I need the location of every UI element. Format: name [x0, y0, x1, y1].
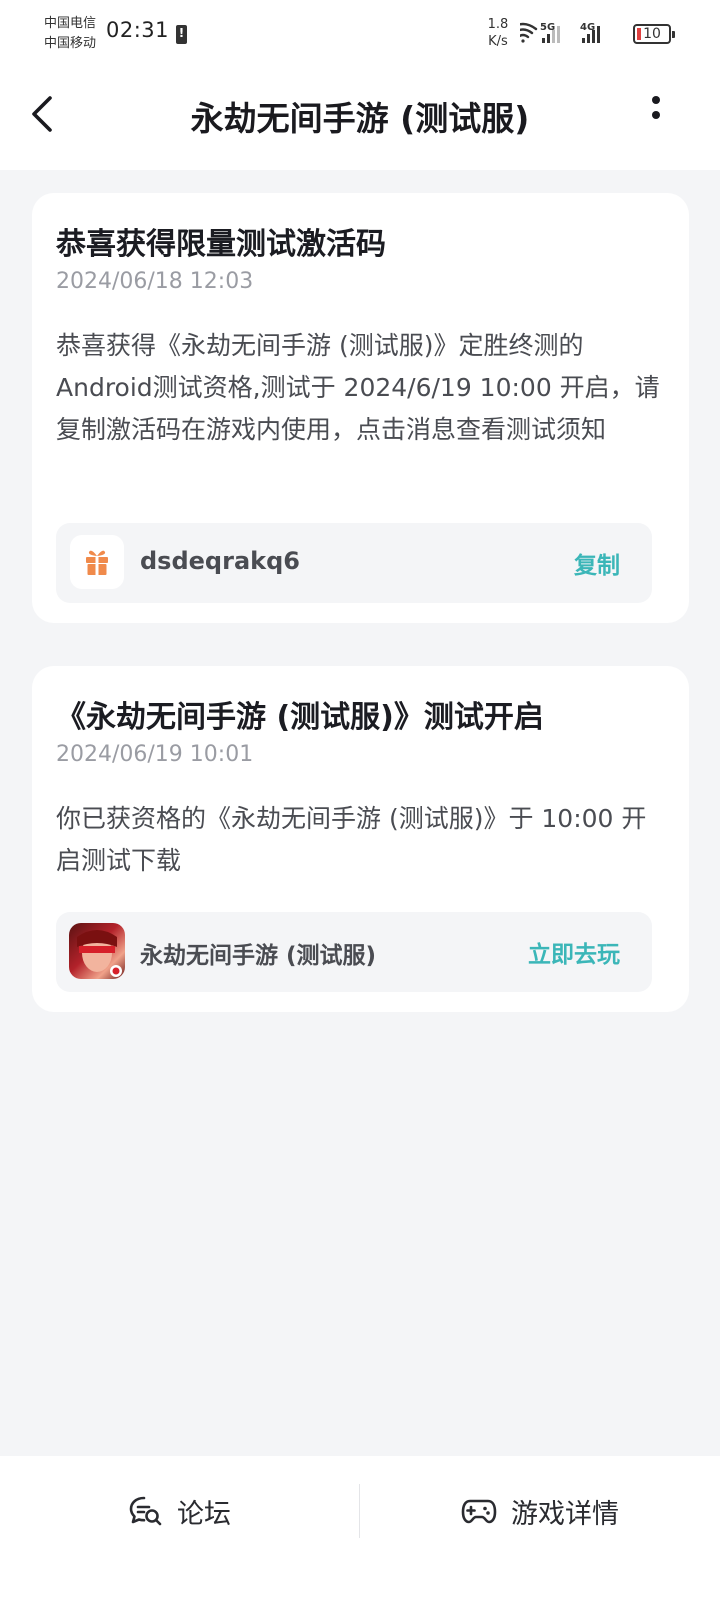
forum-tab[interactable]: 论坛	[0, 1456, 360, 1566]
network-speed: 1.8 K/s	[484, 16, 512, 50]
page-title: 永劫无间手游 (测试服)	[190, 99, 530, 138]
forum-chat-icon	[129, 1496, 162, 1526]
chevron-left-icon	[32, 96, 52, 132]
carrier-2: 中国移动	[44, 36, 97, 51]
more-dot-icon	[652, 111, 660, 119]
gift-icon	[86, 550, 108, 575]
battery-level: 10	[643, 26, 661, 42]
network-speed-unit: K/s	[488, 34, 508, 49]
activation-code: dsdeqrakq6	[140, 547, 300, 575]
game-name: 永劫无间手游 (测试服)	[140, 943, 377, 969]
message-title: 《永劫无间手游 (测试服)》测试开启	[56, 700, 544, 735]
play-now-button[interactable]: 立即去玩	[528, 935, 620, 969]
message-body: 你已获资格的《永劫无间手游 (测试服)》于 10:00 开启测试下载	[56, 804, 647, 875]
gift-icon-container	[70, 535, 124, 589]
bottom-action-bar: 论坛 游戏详情	[0, 1456, 720, 1600]
top-app-bar: 永劫无间手游 (测试服)	[0, 66, 720, 170]
message-title: 恭喜获得限量测试激活码	[56, 227, 386, 262]
message-time: 2024/06/19 10:01	[56, 742, 254, 767]
copy-button[interactable]: 复制	[574, 546, 620, 580]
message-card-activation-code[interactable]: 恭喜获得限量测试激活码 2024/06/18 12:03 恭喜获得《永劫无间手游…	[32, 193, 689, 623]
battery-alert-icon	[176, 25, 187, 44]
forum-label: 论坛	[177, 1498, 231, 1530]
more-options-button[interactable]	[650, 96, 662, 136]
game-row[interactable]: 永劫无间手游 (测试服) 立即去玩	[56, 912, 652, 992]
carrier-labels: 中国电信 中国移动	[44, 14, 96, 54]
status-bar: 中国电信 中国移动 02:31 1.8 K/s 5G 4G 10	[0, 0, 720, 66]
signal-icons: 5G 4G	[520, 22, 600, 43]
network-speed-value: 1.8	[487, 17, 509, 32]
game-details-label: 游戏详情	[511, 1498, 619, 1530]
battery-icon: 10	[633, 24, 675, 44]
gamepad-icon	[461, 1499, 497, 1524]
game-character-icon	[77, 930, 122, 977]
game-app-icon	[69, 923, 125, 979]
game-details-tab[interactable]: 游戏详情	[360, 1456, 720, 1566]
carrier-1: 中国电信	[44, 16, 97, 31]
message-body: 恭喜获得《永劫无间手游 (测试服)》定胜终测的Android测试资格,测试于 2…	[56, 331, 660, 444]
clock: 02:31	[106, 18, 170, 42]
more-dot-icon	[652, 96, 660, 104]
message-card-test-open[interactable]: 《永劫无间手游 (测试服)》测试开启 2024/06/19 10:01 你已获资…	[32, 666, 689, 1012]
wifi-icon	[520, 22, 538, 43]
back-button[interactable]	[26, 94, 62, 134]
message-time: 2024/06/18 12:03	[56, 269, 254, 294]
activation-code-row: dsdeqrakq6 复制	[56, 523, 652, 603]
